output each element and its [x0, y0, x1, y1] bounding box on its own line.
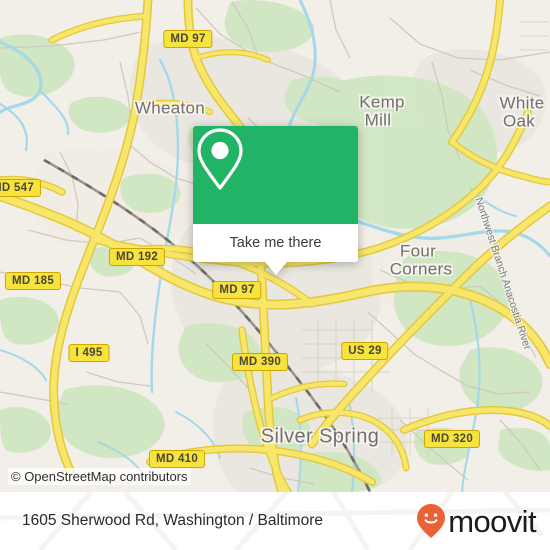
location-pin-icon [197, 128, 243, 190]
moovit-map-screen: Wheaton Kemp Mill White Oak Four Corners… [0, 0, 550, 550]
map-attribution[interactable]: © OpenStreetMap contributors [8, 468, 191, 485]
address-label: 1605 Sherwood Rd, Washington / Baltimore [22, 512, 323, 529]
location-popup-card[interactable]: Take me there [193, 126, 358, 275]
route-shield: MD 97 [212, 280, 262, 300]
popup-header [193, 126, 358, 224]
route-shield: MD 185 [4, 271, 62, 291]
popup-pointer-tail [264, 262, 287, 275]
route-shield: MD 547 [0, 178, 42, 198]
map-canvas[interactable]: Wheaton Kemp Mill White Oak Four Corners… [0, 0, 550, 492]
moovit-smiley-pin-icon [417, 504, 446, 538]
route-shield: MD 192 [108, 247, 166, 267]
route-shield: MD 410 [148, 449, 206, 469]
moovit-wordmark: moovit [448, 503, 536, 539]
route-shield: MD 97 [163, 29, 213, 49]
take-me-there-button[interactable]: Take me there [193, 224, 358, 275]
take-me-there-label: Take me there [229, 235, 322, 251]
route-shield: MD 320 [423, 429, 481, 449]
route-shield: I 495 [68, 343, 110, 363]
footer-bar: 1605 Sherwood Rd, Washington / Baltimore… [0, 492, 550, 550]
moovit-logo[interactable]: moovit [416, 503, 537, 539]
route-shield: US 29 [341, 341, 389, 361]
route-shield: MD 390 [231, 352, 289, 372]
